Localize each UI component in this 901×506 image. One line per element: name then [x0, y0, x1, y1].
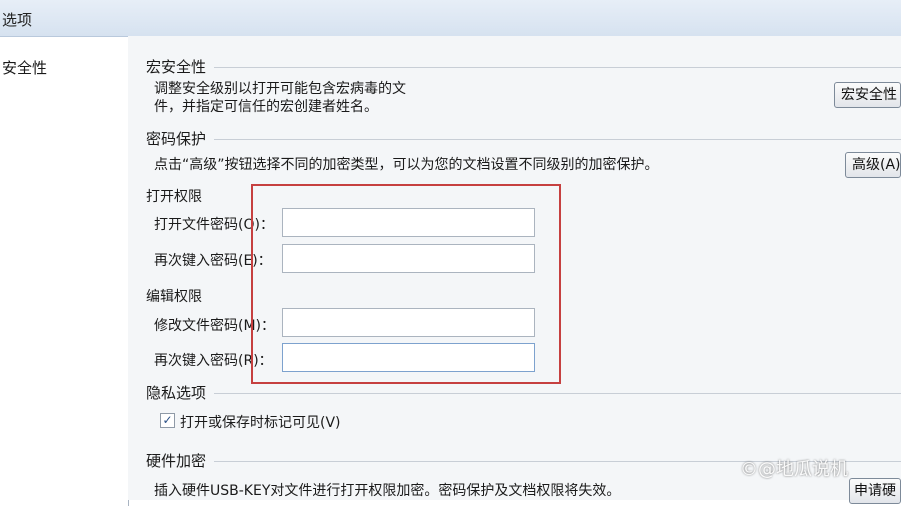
hardware-description: 插入硬件USB-KEY对文件进行打开权限加密。密码保护及文档权限将失效。	[154, 483, 621, 499]
password-section-heading: 密码保护	[146, 130, 207, 148]
mark-visible-checkbox[interactable]: ✓	[160, 413, 175, 428]
divider	[214, 139, 901, 140]
macro-section-heading: 宏安全性	[146, 58, 207, 76]
macro-description-line1: 调整安全级别以打开可能包含宏病毒的文	[154, 81, 406, 97]
options-sidebar: 安全性	[0, 46, 129, 506]
advanced-button[interactable]: 高级(A)	[845, 152, 901, 178]
apply-hardware-button[interactable]: 申请硬	[849, 478, 901, 504]
open-permission-heading: 打开权限	[146, 189, 202, 205]
macro-description-line2: 件，并指定可信任的宏创建者姓名。	[154, 99, 378, 115]
privacy-section-heading: 隐私选项	[146, 384, 207, 402]
window-title: 选项	[2, 11, 33, 29]
title-bar: 选项	[0, 0, 901, 37]
macro-security-button[interactable]: 宏安全性	[834, 82, 901, 108]
password-description: 点击“高级”按钮选择不同的加密类型，可以为您的文档设置不同级别的加密保护。	[154, 157, 659, 173]
mark-visible-label: 打开或保存时标记可见(V)	[180, 415, 341, 431]
divider	[214, 393, 901, 394]
divider	[214, 67, 901, 68]
sidebar-item-security[interactable]: 安全性	[0, 54, 126, 82]
edit-permission-heading: 编辑权限	[146, 289, 202, 305]
hardware-section-heading: 硬件加密	[146, 452, 207, 470]
watermark: ©@地瓜说机	[740, 459, 848, 480]
highlight-annotation	[251, 184, 561, 384]
